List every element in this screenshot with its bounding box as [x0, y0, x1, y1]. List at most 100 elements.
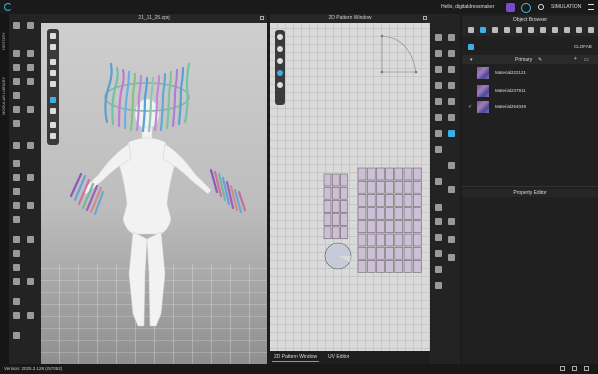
tab-history[interactable]: HISTORY: [1, 24, 8, 58]
pattern-piece[interactable]: [376, 207, 385, 220]
material-row[interactable]: Material237911: [462, 84, 598, 98]
graphic-2d-icon[interactable]: [448, 218, 455, 225]
pattern-transform-icon[interactable]: [448, 34, 455, 41]
pattern-piece[interactable]: [412, 220, 422, 234]
stitch-obj-icon[interactable]: [564, 27, 570, 33]
pattern-piece[interactable]: [403, 233, 413, 247]
tab-2d-pattern-window[interactable]: 2D Pattern Window: [272, 353, 320, 362]
pattern-piece[interactable]: [403, 246, 413, 260]
pattern-piece[interactable]: [331, 213, 340, 226]
pattern-edit-icon[interactable]: [435, 34, 442, 41]
pattern-piece[interactable]: [323, 200, 332, 213]
clofab-label[interactable]: CLOFAB: [574, 44, 592, 49]
gather-tool-icon[interactable]: [27, 50, 34, 57]
pin-tool-icon[interactable]: [13, 78, 20, 85]
pattern-piece[interactable]: [357, 167, 367, 181]
texture-tool-icon[interactable]: [13, 250, 20, 257]
pattern-piece[interactable]: [357, 260, 367, 273]
pattern-piece[interactable]: [394, 194, 404, 207]
edit-pencil-icon[interactable]: ✎: [538, 57, 542, 63]
free-sewing-tool-icon[interactable]: [27, 142, 34, 149]
text-icon[interactable]: [435, 218, 442, 225]
pattern-piece[interactable]: [394, 246, 404, 260]
pattern-piece[interactable]: [385, 207, 394, 220]
graphic-tool-icon[interactable]: [13, 236, 20, 243]
select-tool-icon[interactable]: [13, 22, 20, 29]
measure-2d-icon[interactable]: [435, 250, 442, 257]
pattern-piece[interactable]: [323, 226, 332, 240]
tuck-tool-icon[interactable]: [13, 92, 20, 99]
material-row[interactable]: Material222121: [462, 66, 598, 80]
pattern-pieces[interactable]: [270, 14, 430, 364]
hanger-icon[interactable]: [50, 108, 56, 114]
pattern-piece[interactable]: [376, 194, 385, 207]
arrangement-point-icon[interactable]: [27, 278, 34, 285]
measure-obj-icon[interactable]: [576, 27, 582, 33]
pattern-piece[interactable]: [403, 180, 413, 194]
sewing-2d-icon[interactable]: [435, 146, 442, 153]
list-icon[interactable]: [468, 27, 474, 33]
grading-icon[interactable]: [448, 254, 455, 261]
curve-icon[interactable]: [435, 82, 442, 89]
light-icon[interactable]: [50, 122, 56, 128]
zipper-tool-icon[interactable]: [13, 202, 20, 209]
point-icon[interactable]: [448, 82, 455, 89]
graphic-obj-icon[interactable]: [552, 27, 558, 33]
primary-section-header[interactable]: ▾ Primary ✎ + ▭: [462, 55, 598, 64]
pattern-piece[interactable]: [376, 220, 385, 234]
arrangement-tool-icon[interactable]: [13, 278, 20, 285]
symmetry-icon[interactable]: [435, 266, 442, 273]
fitting-suit-icon[interactable]: [13, 332, 20, 339]
pattern-piece[interactable]: [340, 173, 348, 187]
pattern-piece[interactable]: [323, 173, 332, 187]
avatar-display-icon[interactable]: [50, 81, 56, 87]
pattern-piece[interactable]: [403, 207, 413, 220]
internal-line-icon[interactable]: [435, 178, 442, 185]
simulation-toggle[interactable]: [538, 4, 544, 10]
pattern-piece[interactable]: [357, 180, 367, 194]
fold-tool-icon[interactable]: [13, 64, 20, 71]
topstitch-tool-icon[interactable]: [27, 174, 34, 181]
ruler-tool-icon[interactable]: [27, 106, 34, 113]
pattern-piece[interactable]: [340, 186, 348, 200]
baseline-icon[interactable]: [435, 282, 442, 289]
pattern-piece[interactable]: [366, 167, 376, 181]
pattern-piece[interactable]: [394, 180, 404, 194]
panel-divider[interactable]: [462, 186, 598, 187]
rectangle-icon[interactable]: [448, 50, 455, 57]
pattern-piece[interactable]: [403, 167, 413, 181]
button-tool-icon[interactable]: [13, 188, 20, 195]
pattern-piece[interactable]: [340, 226, 348, 240]
strain-tool-icon[interactable]: [13, 312, 20, 319]
community-icon[interactable]: [521, 3, 531, 13]
folder-icon[interactable]: ▭: [584, 57, 589, 63]
camera-icon[interactable]: [50, 33, 56, 39]
pattern-piece[interactable]: [323, 213, 332, 226]
material-row-selected[interactable]: ✓ Material254049: [462, 100, 598, 114]
arrow-left-icon[interactable]: [516, 27, 522, 33]
sewing-tool-icon[interactable]: [13, 142, 20, 149]
ellipse-icon[interactable]: [435, 66, 442, 73]
screen-icon[interactable]: [560, 366, 565, 371]
add-fabric-icon[interactable]: [468, 44, 474, 50]
transform-tool-icon[interactable]: [27, 22, 34, 29]
font-icon[interactable]: [435, 234, 442, 241]
pattern-piece[interactable]: [331, 226, 340, 240]
pattern-piece[interactable]: [403, 260, 413, 273]
pattern-piece[interactable]: [331, 173, 340, 187]
pattern-piece[interactable]: [385, 194, 394, 207]
fit-tool-icon[interactable]: [13, 298, 20, 305]
chevron-down-icon[interactable]: ▾: [470, 57, 473, 63]
pattern-piece[interactable]: [412, 246, 422, 260]
fabric-icon[interactable]: [480, 27, 486, 33]
shirt-icon[interactable]: [50, 59, 56, 65]
2d-pattern-window[interactable]: 2D Pattern Window: [270, 14, 430, 364]
pattern-piece[interactable]: [403, 194, 413, 207]
pattern-piece[interactable]: [385, 167, 394, 181]
connect-icon[interactable]: [506, 3, 515, 12]
view-icon[interactable]: [50, 44, 56, 50]
pattern-piece[interactable]: [357, 207, 367, 220]
pattern-piece[interactable]: [394, 167, 404, 181]
pattern-piece[interactable]: [385, 260, 394, 273]
pattern-piece[interactable]: [385, 233, 394, 247]
